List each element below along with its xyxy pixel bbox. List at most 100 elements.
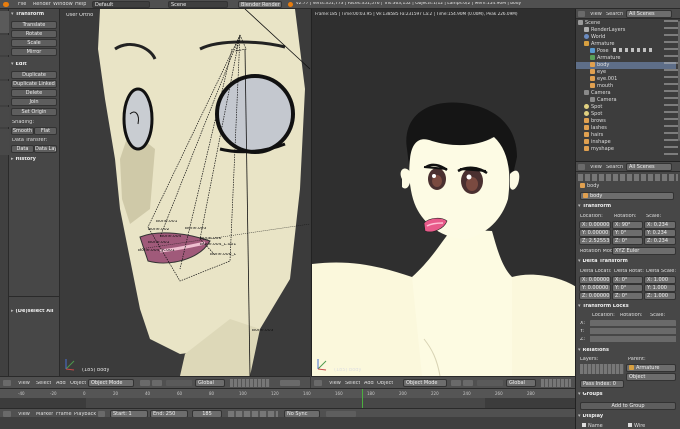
delta-transform-panel-header[interactable]: Delta Transform xyxy=(578,259,628,264)
operator-panel-header[interactable]: (De)select All xyxy=(11,309,54,314)
set-origin-dropdown[interactable]: Set Origin xyxy=(11,108,57,116)
delta-location-z-field[interactable]: Z: 0.00000 xyxy=(579,292,611,300)
object-name-field[interactable]: body xyxy=(580,192,674,200)
display-panel-header[interactable]: Display xyxy=(578,414,604,419)
pass-index-field[interactable]: Pass Index: 0 xyxy=(580,380,624,388)
view-menu[interactable]: View xyxy=(18,381,30,386)
mode-selector[interactable]: Object Mode xyxy=(403,379,447,387)
groups-panel-header[interactable]: Groups xyxy=(578,392,603,397)
manipulator-icon[interactable] xyxy=(477,380,503,386)
delta-scale-y-field[interactable]: Y: 1.000 xyxy=(644,284,676,292)
layer-buttons[interactable] xyxy=(230,379,270,387)
tree-item[interactable]: World xyxy=(576,34,676,41)
menu-render[interactable]: Render xyxy=(33,2,51,7)
tab-animation[interactable] xyxy=(0,81,9,105)
search-menu[interactable]: Search xyxy=(606,12,623,17)
tree-item[interactable]: Scene xyxy=(576,20,676,27)
scale-z-field[interactable]: Z: 0.234 xyxy=(644,237,676,245)
tree-item[interactable]: hairs xyxy=(576,132,676,139)
restrict-column-icons[interactable] xyxy=(664,20,678,160)
object-menu[interactable]: Object xyxy=(377,381,393,386)
add-to-group-button[interactable]: Add to Group xyxy=(580,402,676,410)
context-tabs[interactable] xyxy=(578,174,678,181)
tree-item[interactable]: Armature xyxy=(576,41,676,48)
scale-x-field[interactable]: X: 0.234 xyxy=(644,221,676,229)
manipulator-icon[interactable] xyxy=(166,380,192,386)
join-button[interactable]: Join xyxy=(11,98,57,106)
tab-tools[interactable] xyxy=(0,11,9,33)
transform-panel-header[interactable]: Transform xyxy=(11,12,45,17)
duplicate-linked-button[interactable]: Duplicate Linked xyxy=(11,80,57,88)
blender-logo-icon[interactable] xyxy=(3,2,9,7)
tree-item[interactable]: Spot xyxy=(576,111,676,118)
select-menu[interactable]: Select xyxy=(36,381,51,386)
view-menu[interactable]: View xyxy=(590,165,602,170)
flat-button[interactable]: Flat xyxy=(34,127,57,135)
snap-icon[interactable] xyxy=(280,380,300,386)
pivot-icon[interactable] xyxy=(152,380,162,386)
view-menu[interactable]: View xyxy=(329,381,341,386)
relations-panel-header[interactable]: Relations xyxy=(578,348,609,353)
shading-mode-icon[interactable] xyxy=(451,380,461,386)
layout-selector[interactable]: Default xyxy=(92,1,150,8)
tree-item[interactable]: Camera xyxy=(576,90,676,97)
tree-item[interactable]: myshape xyxy=(576,146,676,153)
tab-physics[interactable] xyxy=(0,107,9,127)
menu-file[interactable]: File xyxy=(18,2,26,7)
filter-selector[interactable]: All Scenes xyxy=(626,163,672,171)
orientation-selector[interactable]: Global xyxy=(195,379,225,387)
delete-button[interactable]: Delete xyxy=(11,89,57,97)
transform-locks-panel-header[interactable]: Transform Locks xyxy=(578,304,629,309)
translate-button[interactable]: Translate xyxy=(11,21,57,29)
tab-relations[interactable] xyxy=(0,57,9,79)
tab-grease-pencil[interactable] xyxy=(0,129,9,155)
lock-toggles[interactable] xyxy=(590,320,676,343)
render-engine-selector[interactable]: Blender Render xyxy=(238,1,282,8)
tree-item[interactable]: RenderLayers xyxy=(576,27,676,34)
transform-panel-header[interactable]: Transform xyxy=(578,204,612,209)
object-menu[interactable]: Object xyxy=(70,381,86,386)
scene-selector[interactable]: Scene xyxy=(168,1,228,8)
parent-field[interactable]: Armature xyxy=(626,364,676,372)
tree-item[interactable]: eye xyxy=(576,69,676,76)
delta-location-x-field[interactable]: X: 0.00000 xyxy=(579,276,611,284)
timeline[interactable]: -40 -20 0 20 40 60 80 100 120 140 160 18… xyxy=(0,388,575,418)
tree-item[interactable]: Pose xyxy=(576,48,676,55)
rotation-mode-selector[interactable]: XYZ Euler xyxy=(612,247,676,255)
tree-item[interactable]: eye.001 xyxy=(576,76,676,83)
history-panel-header[interactable]: History xyxy=(11,157,36,162)
tree-item[interactable]: Camera xyxy=(576,97,676,104)
tree-item-selected[interactable]: body xyxy=(576,62,676,69)
scale-button[interactable]: Scale xyxy=(11,39,57,47)
delta-rotation-y-field[interactable]: Y: 0° xyxy=(612,284,643,292)
shading-mode-icon[interactable] xyxy=(140,380,150,386)
display-name-checkbox[interactable]: Name xyxy=(582,423,603,429)
data-layout-button[interactable]: Data Layo xyxy=(34,145,57,153)
scale-y-field[interactable]: Y: 0.234 xyxy=(644,229,676,237)
delta-rotation-x-field[interactable]: X: 0° xyxy=(612,276,643,284)
mode-selector[interactable]: Object Mode xyxy=(88,379,134,387)
rotation-z-field[interactable]: Z: 0° xyxy=(612,237,643,245)
smooth-button[interactable]: Smooth xyxy=(11,127,34,135)
tree-item[interactable]: Armature xyxy=(576,55,676,62)
viewport-left[interactable]: User Ortho Bone.001 Bone.002 Bone.003 Bo… xyxy=(60,9,310,376)
editor-type-icon[interactable] xyxy=(578,11,585,17)
location-z-field[interactable]: Z: 2.52553 xyxy=(579,237,611,245)
orientation-selector[interactable]: Global xyxy=(506,379,536,387)
display-wire-checkbox[interactable]: Wire xyxy=(628,423,645,429)
tree-item[interactable]: brows xyxy=(576,118,676,125)
delta-scale-x-field[interactable]: X: 1.000 xyxy=(644,276,676,284)
rotate-button[interactable]: Rotate xyxy=(11,30,57,38)
tree-item[interactable]: Spot xyxy=(576,104,676,111)
edit-panel-header[interactable]: Edit xyxy=(11,62,27,67)
tree-item[interactable]: inshape xyxy=(576,139,676,146)
tab-create[interactable] xyxy=(0,35,9,55)
layer-buttons[interactable] xyxy=(541,379,571,387)
location-x-field[interactable]: X: 0.00000 xyxy=(579,221,611,229)
mirror-button[interactable]: Mirror xyxy=(11,48,57,56)
menu-help[interactable]: Help xyxy=(75,2,86,7)
view-menu[interactable]: View xyxy=(590,12,602,17)
viewport-right[interactable]: Frame:185 | Time:00:03.95 | Ve:138585 Fa… xyxy=(311,9,575,376)
display-mode-selector[interactable]: All Scenes xyxy=(626,10,672,18)
tree-item[interactable]: lashes xyxy=(576,125,676,132)
